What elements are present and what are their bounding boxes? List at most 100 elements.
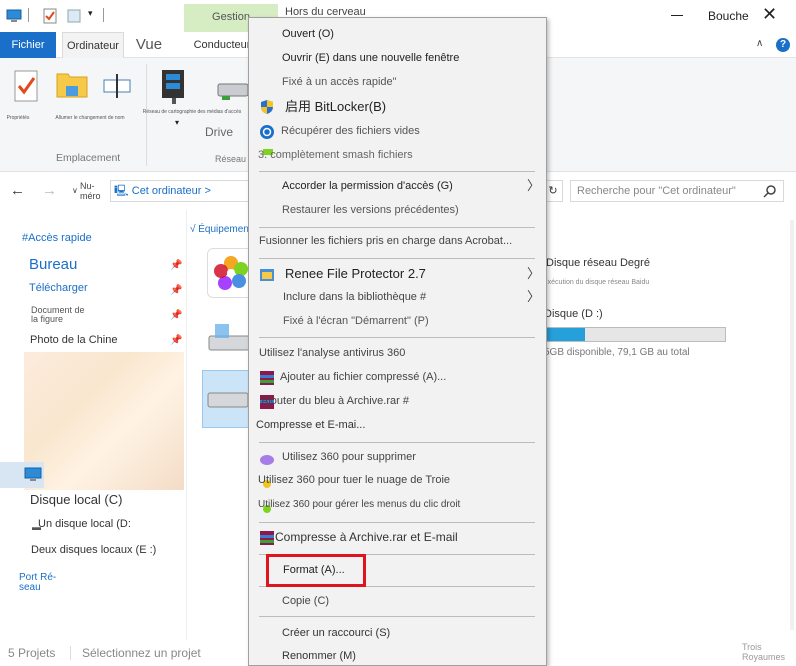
search-placeholder: Recherche pour "Cet ordinateur": [577, 185, 736, 197]
sidebar-item-network[interactable]: Port Ré- seau: [19, 573, 56, 593]
computer-icon[interactable]: [6, 8, 22, 24]
drive-d-selected-tile[interactable]: [202, 370, 252, 428]
menu-item-label: Compresse à Archive.rar et E-mail: [275, 530, 458, 544]
menu-item-pin-start[interactable]: Fixé à l'écran "Démarrent" (P): [249, 310, 546, 332]
sidebar-item-documents[interactable]: Document de la figure: [31, 306, 85, 324]
tab-computer[interactable]: Ordinateur: [62, 32, 124, 58]
menu-item-label: Ajouter du bleu à Archive.rar #: [261, 395, 409, 407]
menu-item-grant-access[interactable]: Accorder la permission d'accès (G) 〉: [249, 175, 546, 197]
rename-label: Allumer le changement de nom: [55, 115, 125, 121]
menu-item-acrobat-merge[interactable]: Fusionner les fichiers pris en charge da…: [249, 230, 546, 252]
submenu-arrow-icon: 〉: [527, 266, 541, 281]
new-folder-icon[interactable]: [66, 8, 82, 24]
pin-icon[interactable]: 📌: [170, 310, 182, 321]
open-folder-icon[interactable]: [56, 68, 88, 98]
sidebar-item-local-e[interactable]: Deux disques locaux (E :): [31, 544, 156, 556]
sidebar-item-local-c[interactable]: Disque local (C): [30, 492, 122, 507]
qa-dropdown-icon[interactable]: ▾: [88, 8, 93, 19]
menu-item-360-menus[interactable]: Utilisez 360 pour gérer les menus du cli…: [249, 494, 546, 516]
pin-icon[interactable]: 📌: [170, 260, 182, 271]
minimize-button[interactable]: [668, 6, 686, 24]
properties-icon[interactable]: [12, 70, 40, 102]
maximize-button[interactable]: Bouche: [708, 9, 749, 23]
submenu-arrow-icon: 〉: [527, 289, 541, 304]
map-drive-label: Réseau de cartographie des médias d'accè…: [142, 109, 242, 115]
ribbon-separator: [146, 64, 147, 166]
format-highlight-box: [266, 554, 366, 587]
this-pc-icon[interactable]: [24, 467, 42, 483]
map-network-drive-icon[interactable]: [158, 68, 192, 108]
pin-icon[interactable]: 📌: [170, 285, 182, 296]
menu-item-antivirus-360[interactable]: Utilisez l'analyse antivirus 360: [249, 342, 546, 364]
menu-item-open-new-window[interactable]: Ouvrir (E) dans une nouvelle fenêtre: [249, 47, 546, 69]
photos-app-tile[interactable]: [207, 248, 253, 298]
rename-icon[interactable]: [102, 70, 132, 102]
tab-view[interactable]: Vue: [130, 32, 168, 58]
menu-item-copy[interactable]: Copie (C): [249, 590, 546, 612]
breadcrumb-chevron-icon[interactable]: >: [201, 185, 211, 197]
content-scrollbar[interactable]: [790, 220, 794, 630]
address-bar[interactable]: 🖳 Cet ordinateur >: [110, 180, 250, 202]
menu-item-label: Créer un raccourci (S): [282, 627, 391, 639]
collapse-ribbon-icon[interactable]: ∧: [756, 38, 763, 49]
disk-d-label[interactable]: Disque (D :): [544, 308, 603, 320]
menu-item-open[interactable]: Ouvert (O): [249, 23, 546, 45]
menu-item-pin-quick-access[interactable]: Fixé à un accès rapide": [249, 71, 546, 93]
network-disk-sub: Exécution du disque réseau Baidu: [543, 279, 650, 286]
search-icon[interactable]: [763, 184, 777, 198]
properties-icon[interactable]: [42, 8, 58, 24]
menu-item-bitlocker[interactable]: 启用 BitLocker(B): [249, 96, 546, 118]
devices-group-header[interactable]: √ Équipement: [190, 224, 252, 235]
menu-item-rename[interactable]: Renommer (M): [249, 645, 546, 666]
tab-drive-tools[interactable]: Conducteur: [190, 32, 254, 58]
winrar-icon: [260, 531, 274, 545]
menu-item-360-trojan[interactable]: Utilisez 360 pour tuer le nuage de Troie: [249, 469, 546, 491]
pin-icon[interactable]: 📌: [170, 335, 182, 346]
menu-item-create-shortcut[interactable]: Créer un raccourci (S): [249, 622, 546, 644]
back-arrow-icon[interactable]: ←: [10, 182, 25, 199]
menu-item-label: 启用 BitLocker(B): [285, 99, 387, 114]
menu-item-include-library[interactable]: Inclure dans la bibliothèque # 〉: [249, 286, 546, 308]
recent-locations-label[interactable]: Nu- méro: [80, 181, 101, 201]
flower-icon: [214, 256, 248, 290]
menu-item-compress-rar-email[interactable]: Compresse à Archive.rar et E-mail: [249, 526, 546, 548]
network-drive-icon[interactable]: [216, 76, 250, 102]
help-icon[interactable]: ?: [776, 38, 790, 52]
sidebar-item-downloads[interactable]: Télécharger: [29, 282, 88, 294]
menu-item-label: Copie (C): [282, 595, 330, 607]
menu-separator: [259, 337, 535, 338]
menu-item-restore-versions[interactable]: Restaurer les versions précédentes): [249, 199, 546, 221]
drive-c-icon[interactable]: [207, 320, 251, 356]
menu-item-label: Inclure dans la bibliothèque #: [283, 291, 427, 303]
network-disk-label[interactable]: Disque réseau Degré: [546, 257, 650, 269]
menu-separator: [259, 171, 535, 172]
menu-item-add-archive[interactable]: Ajouter au fichier compressé (A)...: [249, 366, 546, 388]
sidebar-item-quick-access[interactable]: #Accès rapide: [22, 232, 92, 244]
disk-d-usage-bar: [544, 327, 726, 342]
menu-item-label: Restaurer les versions précédentes): [282, 204, 459, 216]
sidebar-item-pictures[interactable]: Photo de la Chine: [30, 334, 117, 346]
sidebar-item-local-d[interactable]: Un disque local (D:: [38, 518, 131, 530]
menu-item-add-rar[interactable]: Ajouter du bleu à Archive.rar #: [249, 390, 546, 412]
sidebar-item-desktop[interactable]: Bureau: [29, 256, 77, 273]
menu-item-360-delete[interactable]: Utilisez 360 pour supprimer: [249, 446, 546, 468]
map-drive-dropdown-icon[interactable]: ▾: [175, 118, 179, 127]
menu-separator: [259, 616, 535, 617]
menu-item-label: Ouvert (O): [282, 28, 334, 40]
menu-item-smash-files[interactable]: 3. complètement smash fichiers: [249, 144, 546, 166]
properties-label: Propriétés: [6, 115, 30, 121]
menu-item-compress-email[interactable]: Compresse et E-mai...: [249, 414, 546, 436]
forward-arrow-icon[interactable]: →: [42, 182, 57, 199]
menu-separator: [259, 227, 535, 228]
address-path: Cet ordinateur: [131, 185, 202, 197]
menu-item-recover-files[interactable]: Récupérer des fichiers vides: [249, 120, 546, 142]
tab-file[interactable]: Fichier: [0, 32, 56, 58]
recent-dropdown-icon[interactable]: ∨: [72, 186, 78, 195]
menu-item-label: 3. complètement smash fichiers: [258, 149, 413, 161]
group-location-label: Emplacement: [56, 152, 121, 164]
menu-item-renee[interactable]: Renee File Protector 2.7 〉: [249, 263, 546, 285]
search-input[interactable]: Recherche pour "Cet ordinateur": [570, 180, 784, 202]
close-button[interactable]: ✕: [762, 4, 777, 24]
menu-item-label: Utilisez 360 pour tuer le nuage de Troie: [258, 474, 451, 486]
menu-item-label: Ajouter au fichier compressé (A)...: [280, 371, 447, 383]
